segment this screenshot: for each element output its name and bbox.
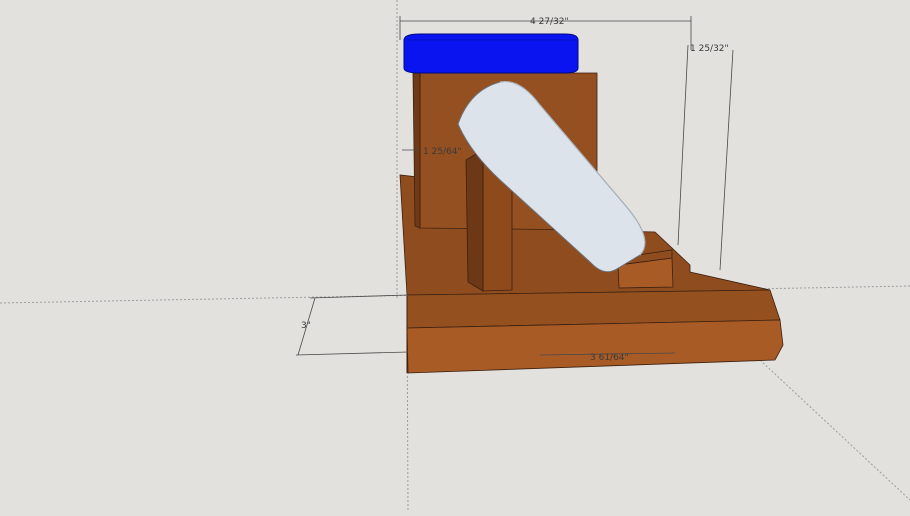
vertical-post-side [465, 149, 484, 292]
dim-overall-height-label[interactable]: 1 25/32" [690, 44, 729, 54]
dim-overall-height-line2 [719, 49, 734, 271]
sketchup-viewport[interactable]: 4 27/32" 1 25/32" 1 25/64" 3" 3 61/64" [0, 0, 910, 513]
model-scene: 4 27/32" 1 25/32" 1 25/64" 3" 3 61/64" [0, 0, 910, 513]
dim-block-depth-label[interactable]: 1 25/64" [423, 147, 462, 157]
dim-overall-width-label[interactable]: 4 27/32" [530, 17, 569, 27]
red-axis-line [759, 359, 910, 501]
dim-base-width-label[interactable]: 3 61/64" [590, 353, 629, 363]
blue-disc[interactable] [403, 33, 579, 74]
dim-base-height-ext-bottom [295, 351, 409, 356]
dim-base-height-label[interactable]: 3" [301, 321, 311, 331]
dim-overall-height-line [677, 44, 689, 246]
base-board-front [406, 319, 784, 374]
